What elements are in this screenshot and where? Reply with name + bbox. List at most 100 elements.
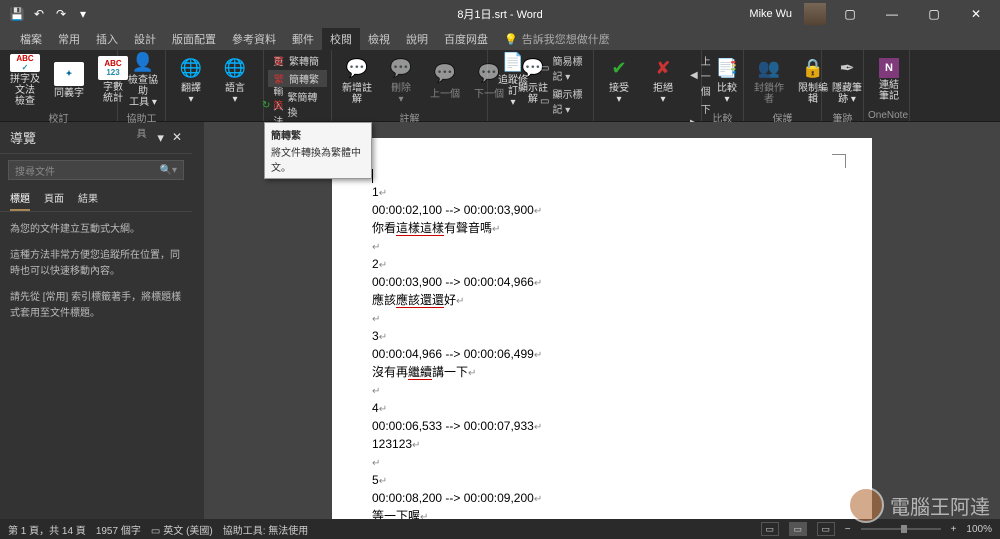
avatar[interactable] — [804, 3, 826, 25]
hide-ink-button[interactable]: ✒隱藏筆跡 ▾ — [826, 52, 868, 108]
document-line[interactable]: 4↵ — [372, 399, 832, 417]
document-line[interactable]: 00:00:06,533 --> 00:00:07,933↵ — [372, 417, 832, 435]
document-line[interactable]: 1↵ — [372, 183, 832, 201]
group-accessibility-label: 協助工具 — [122, 108, 161, 142]
view-web-button[interactable]: ▭ — [817, 522, 835, 536]
zoom-slider[interactable] — [861, 528, 941, 530]
tab-layout[interactable]: 版面配置 — [164, 28, 224, 50]
translate-icon: 🌐 — [176, 55, 206, 81]
tab-baidu[interactable]: 百度网盘 — [436, 28, 496, 50]
language-button[interactable]: 🌐語言▾ — [214, 52, 256, 108]
maximize-button[interactable]: ▢ — [916, 1, 952, 27]
trad-simp-icon: 繁 — [272, 54, 286, 68]
navigation-pane: 導覽 ▾ ✕ 搜尋文件 🔍▾ 標題 頁面 結果 為您的文件建立互動式大綱。 這種… — [0, 122, 192, 519]
tab-file[interactable]: 檔案 — [12, 28, 50, 50]
zoom-in-button[interactable]: + — [951, 524, 957, 535]
redo-icon[interactable]: ↷ — [52, 5, 70, 23]
document-page[interactable]: 1↵00:00:02,100 --> 00:00:03,900↵你看這樣這樣有聲… — [332, 138, 872, 519]
undo-icon[interactable]: ↶ — [30, 5, 48, 23]
show-markup-dropdown[interactable]: ▭顯示標記 ▾ — [536, 85, 589, 117]
tab-view[interactable]: 檢視 — [360, 28, 398, 50]
simp-to-trad-button[interactable]: 繁簡轉繁 — [268, 70, 327, 87]
arrow-up-icon: ◀ — [690, 69, 698, 83]
markup-icon: ▭ — [540, 94, 550, 108]
tab-home[interactable]: 常用 — [50, 28, 88, 50]
ink-icon: ✒ — [832, 55, 862, 81]
nav-tab-results[interactable]: 結果 — [78, 186, 98, 211]
status-words[interactable]: 1957 個字 — [96, 522, 141, 537]
save-icon[interactable]: 💾 — [8, 5, 26, 23]
trad-simp-convert-button[interactable]: 简繁簡轉換 — [268, 88, 327, 120]
delete-comment-button[interactable]: 💬刪除▾ — [380, 52, 422, 108]
view-print-button[interactable]: ▭ — [789, 522, 807, 536]
reject-button[interactable]: ✘拒絕▾ — [642, 52, 684, 108]
qat-customize-icon[interactable]: ▾ — [74, 5, 92, 23]
simp-trad-icon: 繁 — [272, 72, 286, 86]
document-line[interactable]: ↵ — [372, 381, 832, 399]
document-line[interactable]: 00:00:02,100 --> 00:00:03,900↵ — [372, 201, 832, 219]
accessibility-button[interactable]: 👤檢查協助工具 ▾ — [122, 52, 164, 108]
close-button[interactable]: ✕ — [958, 1, 994, 27]
nav-search-input[interactable]: 搜尋文件 🔍▾ — [8, 160, 184, 180]
reject-icon: ✘ — [648, 55, 678, 81]
user-name[interactable]: Mike Wu — [749, 8, 792, 20]
translate-button[interactable]: 🌐翻譯▾ — [170, 52, 212, 108]
nav-tab-headings[interactable]: 標題 — [10, 186, 30, 211]
zoom-out-button[interactable]: − — [845, 524, 851, 535]
abc-check-icon: ABC✓ — [10, 54, 40, 72]
nav-tab-pages[interactable]: 頁面 — [44, 186, 64, 211]
accept-icon: ✔ — [604, 55, 634, 81]
arrow-prev-icon: 💬 — [430, 61, 460, 87]
document-line[interactable]: ↵ — [372, 309, 832, 327]
menu-bar: 檔案 常用 插入 設計 版面配置 參考資料 郵件 校閱 檢視 說明 百度网盘 💡… — [0, 28, 1000, 50]
block-authors-button[interactable]: 👥封鎖作者 — [748, 52, 790, 108]
document-line[interactable]: 00:00:08,200 --> 00:00:09,200↵ — [372, 489, 832, 507]
tooltip-body: 將文件轉換為繁體中文。 — [271, 144, 365, 174]
status-page[interactable]: 第 1 頁，共 14 頁 — [8, 522, 86, 537]
view-read-button[interactable]: ▭ — [761, 522, 779, 536]
tab-references[interactable]: 參考資料 — [224, 28, 284, 50]
status-bar: 第 1 頁，共 14 頁 1957 個字 ▭英文 (美國) 協助工具: 無法使用… — [0, 519, 1000, 539]
lightbulb-icon: 💡 — [504, 33, 518, 46]
tab-review[interactable]: 校閱 — [322, 28, 360, 50]
ribbon-options-icon[interactable]: ▢ — [832, 1, 868, 27]
trad-to-simp-button[interactable]: 繁繁轉簡 — [268, 52, 327, 69]
document-line[interactable]: 123123↵ — [372, 435, 832, 453]
document-line[interactable]: 00:00:03,900 --> 00:00:04,966↵ — [372, 273, 832, 291]
tell-me-search[interactable]: 💡告訴我您想做什麼 — [504, 28, 610, 50]
status-accessibility[interactable]: 協助工具: 無法使用 — [223, 522, 309, 537]
thesaurus-button[interactable]: ✦同義字 — [48, 52, 90, 108]
document-line[interactable]: ↵ — [372, 453, 832, 471]
compare-button[interactable]: 📑比較▾ — [706, 52, 748, 108]
accessibility-icon: 👤 — [128, 52, 158, 73]
tab-insert[interactable]: 插入 — [88, 28, 126, 50]
document-line[interactable]: 沒有再繼續講一下↵ — [372, 363, 832, 381]
new-comment-button[interactable]: 💬新增註解 — [336, 52, 378, 108]
nav-title: 導覽 — [10, 128, 36, 147]
document-line[interactable]: 00:00:04,966 --> 00:00:06,499↵ — [372, 345, 832, 363]
document-line[interactable]: 等一下喔↵ — [372, 507, 832, 519]
minimize-button[interactable]: — — [874, 1, 910, 27]
document-line[interactable]: ↵ — [372, 237, 832, 255]
ribbon-tooltip: 簡轉繁 將文件轉換為繁體中文。 — [264, 122, 372, 179]
tab-help[interactable]: 說明 — [398, 28, 436, 50]
onenote-button[interactable]: N連結筆記 — [868, 52, 910, 108]
accept-button[interactable]: ✔接受▾ — [598, 52, 640, 108]
prev-comment-button[interactable]: 💬上一個 — [424, 52, 466, 108]
document-line[interactable]: 2↵ — [372, 255, 832, 273]
pane-drag-handle[interactable] — [192, 122, 204, 519]
markup-display-dropdown[interactable]: ▭簡易標記 ▾ — [536, 52, 589, 84]
zoom-level[interactable]: 100% — [966, 524, 992, 535]
document-line[interactable]: 應該應該還還好↵ — [372, 291, 832, 309]
tab-mailings[interactable]: 郵件 — [284, 28, 322, 50]
spelling-button[interactable]: ABC✓拼字及文法檢查 — [4, 52, 46, 108]
document-line[interactable]: 5↵ — [372, 471, 832, 489]
group-proofing-label: 校訂 — [4, 108, 113, 127]
status-language[interactable]: ▭英文 (美國) — [151, 522, 213, 537]
document-line[interactable]: 你看這樣這樣有聲音嗎↵ — [372, 219, 832, 237]
tab-design[interactable]: 設計 — [126, 28, 164, 50]
language-icon: 🌐 — [220, 55, 250, 81]
document-line[interactable]: 3↵ — [372, 327, 832, 345]
document-area[interactable]: 1↵00:00:02,100 --> 00:00:03,900↵你看這樣這樣有聲… — [204, 122, 1000, 519]
track-changes-button[interactable]: 📄追蹤修訂▾ — [492, 52, 534, 108]
